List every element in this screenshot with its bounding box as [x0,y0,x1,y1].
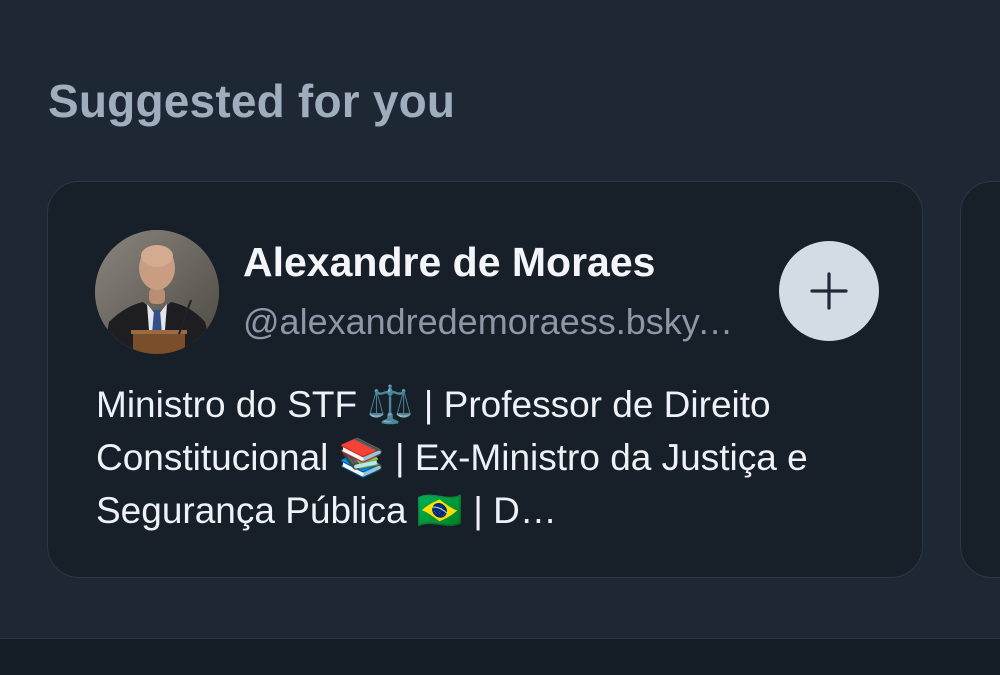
suggested-feed-page: Suggested for you Alexandre de Moraes @a… [0,0,1000,675]
user-bio: Ministro do STF ⚖️ | Professor de Direit… [96,384,808,531]
user-display-name[interactable]: Alexandre de Moraes [243,239,655,286]
plus-icon [810,272,848,310]
bottom-bar [0,638,1000,675]
next-suggested-user-card[interactable] [960,181,1000,578]
user-handle[interactable]: @alexandredemoraess.bsky.social [243,301,739,343]
follow-button[interactable] [779,241,879,341]
suggested-user-card[interactable]: Alexandre de Moraes @alexandredemoraess.… [47,181,923,578]
section-title: Suggested for you [48,75,456,127]
avatar[interactable] [95,230,219,354]
profile-photo-icon [95,230,219,354]
